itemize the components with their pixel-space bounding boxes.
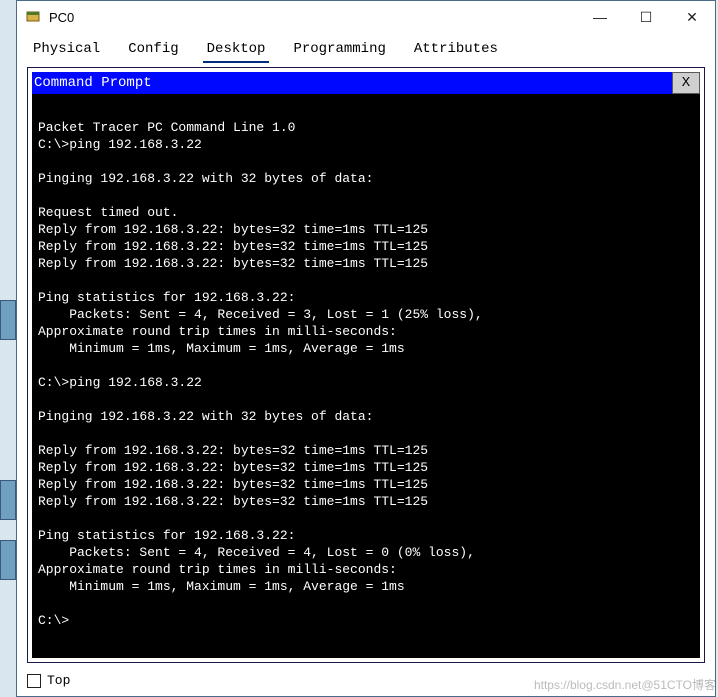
- command-prompt-title: Command Prompt: [34, 75, 672, 91]
- desktop-icon: [0, 480, 16, 520]
- app-icon: [25, 9, 41, 25]
- command-prompt-close-button[interactable]: X: [672, 72, 700, 94]
- titlebar[interactable]: PC0 — ☐ ✕: [17, 1, 715, 33]
- close-button[interactable]: ✕: [669, 1, 715, 33]
- maximize-button[interactable]: ☐: [623, 1, 669, 33]
- footer: Top: [17, 667, 715, 696]
- tab-bar: Physical Config Desktop Programming Attr…: [17, 33, 715, 63]
- terminal-output[interactable]: Packet Tracer PC Command Line 1.0 C:\>pi…: [32, 94, 700, 658]
- tab-attributes[interactable]: Attributes: [410, 39, 502, 63]
- tab-config[interactable]: Config: [124, 39, 182, 63]
- desktop-icon: [0, 540, 16, 580]
- tab-desktop[interactable]: Desktop: [203, 39, 270, 63]
- tab-physical[interactable]: Physical: [29, 39, 104, 63]
- desktop-strip: [0, 0, 16, 697]
- window-controls: — ☐ ✕: [577, 1, 715, 33]
- top-label: Top: [47, 673, 70, 688]
- top-checkbox[interactable]: [27, 674, 41, 688]
- command-prompt-header[interactable]: Command Prompt X: [32, 72, 700, 94]
- minimize-button[interactable]: —: [577, 1, 623, 33]
- pc0-window: PC0 — ☐ ✕ Physical Config Desktop Progra…: [16, 0, 716, 697]
- tab-programming[interactable]: Programming: [289, 39, 389, 63]
- desktop-panel: Command Prompt X Packet Tracer PC Comman…: [27, 67, 705, 663]
- desktop-icon: [0, 300, 16, 340]
- window-title: PC0: [49, 10, 577, 25]
